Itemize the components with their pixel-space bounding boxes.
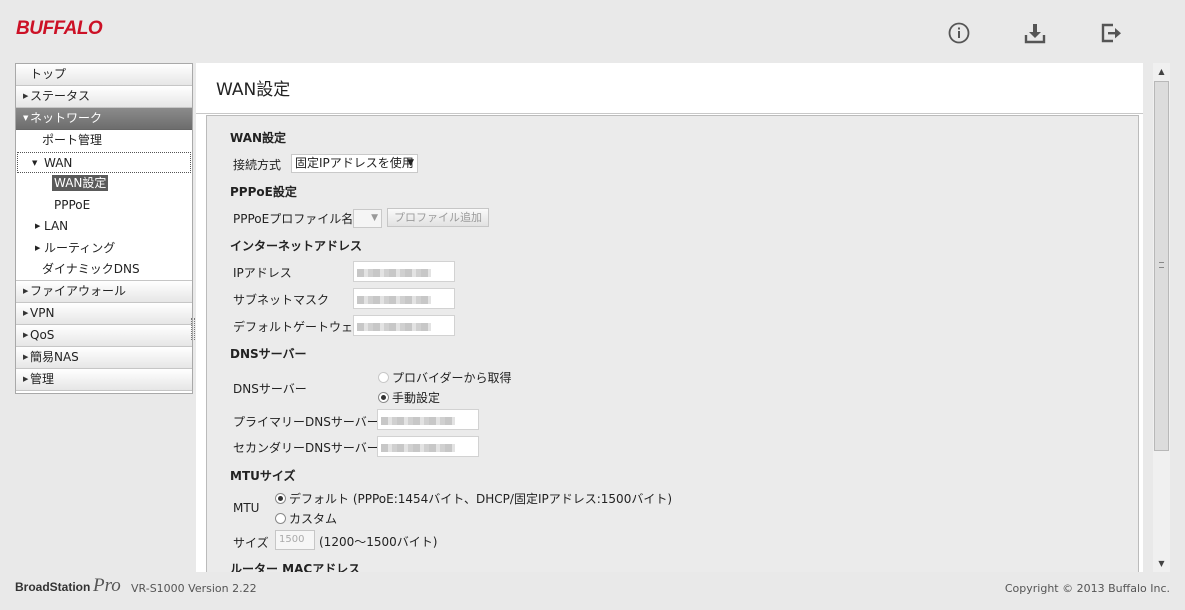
info-icon[interactable] xyxy=(946,20,972,46)
connection-type-label: 接続方式 xyxy=(233,158,282,172)
sidebar-item-vpn[interactable]: ▶ VPN xyxy=(16,302,192,325)
mtu-size-input[interactable]: 1500 xyxy=(275,530,315,550)
secondary-dns-field[interactable] xyxy=(377,436,479,457)
sidebar-item-routing[interactable]: ▶ ルーティング xyxy=(16,237,192,259)
triangle-right-icon: ▶ xyxy=(23,330,29,339)
scroll-thumb[interactable] xyxy=(1154,81,1169,451)
grip-icon xyxy=(1159,262,1164,268)
add-profile-button[interactable]: プロファイル追加 xyxy=(387,208,489,227)
section-heading-internet: インターネットアドレス xyxy=(230,239,363,253)
sidebar-item-network[interactable]: ▼ ネットワーク xyxy=(16,108,192,130)
mtu-default-radio[interactable] xyxy=(275,493,286,504)
triangle-right-icon: ▶ xyxy=(23,352,29,361)
triangle-down-icon: ▼ xyxy=(32,158,38,167)
redacted-value xyxy=(381,417,455,425)
sidebar-item-pppoe[interactable]: PPPoE xyxy=(16,194,192,216)
footer-brand: BroadStation xyxy=(15,580,91,594)
triangle-right-icon: ▶ xyxy=(23,92,29,100)
section-heading-wan: WAN設定 xyxy=(230,131,287,145)
triangle-right-icon: ▶ xyxy=(23,286,29,295)
dns-provider-radio[interactable] xyxy=(378,372,389,383)
primary-dns-field[interactable] xyxy=(377,409,479,430)
divider xyxy=(196,113,1143,114)
mtu-label: MTU xyxy=(233,501,260,515)
dns-manual-label: 手動設定 xyxy=(392,391,441,405)
sidebar-item-admin[interactable]: ▶ 管理 xyxy=(16,368,192,391)
dns-label: DNSサーバー xyxy=(233,382,307,396)
buffalo-logo: BUFFALO xyxy=(16,18,103,39)
footer-copyright: Copyright © 2013 Buffalo Inc. xyxy=(1004,582,1170,595)
subnet-mask-label: サブネットマスク xyxy=(233,293,330,307)
mtu-custom-label: カスタム xyxy=(289,512,338,526)
sidebar-item-firewall[interactable]: ▶ ファイアウォール xyxy=(16,280,192,303)
sidebar-item-lan[interactable]: ▶ LAN xyxy=(16,216,192,238)
download-icon[interactable] xyxy=(1022,20,1048,46)
gateway-field[interactable] xyxy=(353,315,455,336)
sidebar-resize-handle[interactable] xyxy=(191,318,195,340)
scroll-up-icon[interactable]: ▲ xyxy=(1153,63,1170,80)
connection-type-select[interactable]: 固定IPアドレスを使用 ▼ xyxy=(291,154,418,173)
sidebar-item-wan[interactable]: ▼ WAN xyxy=(17,151,191,173)
page-title: WAN設定 xyxy=(216,80,291,100)
pppoe-profile-label: PPPoEプロファイル名 xyxy=(233,212,354,226)
ip-address-field[interactable] xyxy=(353,261,455,282)
sidebar-item-nas[interactable]: ▶ 簡易NAS xyxy=(16,346,192,369)
logout-icon[interactable] xyxy=(1098,20,1124,46)
section-heading-mtu: MTUサイズ xyxy=(230,469,296,483)
primary-dns-label: プライマリーDNSサーバー xyxy=(233,415,379,429)
triangle-right-icon: ▶ xyxy=(35,222,41,230)
sidebar-item-wan-setting[interactable]: WAN設定 xyxy=(16,173,192,195)
section-heading-dns: DNSサーバー xyxy=(230,347,307,361)
mtu-custom-radio[interactable] xyxy=(275,513,286,524)
section-heading-pppoe: PPPoE設定 xyxy=(230,185,297,199)
redacted-value xyxy=(357,269,431,277)
main-scrollbar[interactable]: ▲ ▼ xyxy=(1153,63,1170,572)
triangle-right-icon: ▶ xyxy=(35,243,41,252)
settings-panel: WAN設定 接続方式 固定IPアドレスを使用 ▼ PPPoE設定 PPPoEプロフ… xyxy=(206,115,1139,572)
scroll-down-icon[interactable]: ▼ xyxy=(1153,555,1170,572)
redacted-value xyxy=(357,323,431,331)
section-heading-router-mac: ルーター MACアドレス xyxy=(230,562,361,572)
footer-brand-suffix: Pro xyxy=(93,575,121,596)
triangle-right-icon: ▶ xyxy=(23,374,29,383)
triangle-down-icon: ▼ xyxy=(23,114,29,122)
triangle-right-icon: ▶ xyxy=(23,308,29,317)
sidebar-item-port[interactable]: ポート管理 xyxy=(16,130,192,152)
dns-provider-label: プロバイダーから取得 xyxy=(392,371,512,385)
sidebar-item-qos[interactable]: ▶ QoS xyxy=(16,324,192,347)
sidebar-item-status[interactable]: ▶ ステータス xyxy=(16,86,192,108)
main-content: WAN設定 WAN設定 接続方式 固定IPアドレスを使用 ▼ PPPoE設定 PP… xyxy=(196,63,1143,572)
redacted-value xyxy=(381,444,455,452)
mtu-size-label: サイズ xyxy=(233,536,269,550)
caret-down-icon: ▼ xyxy=(371,213,378,223)
mtu-default-label: デフォルト (PPPoE:1454バイト、DHCP/固定IPアドレス:1500バ… xyxy=(289,492,673,506)
sidebar-item-ddns[interactable]: ダイナミックDNS xyxy=(16,259,192,281)
pppoe-profile-select[interactable]: ▼ xyxy=(353,209,382,228)
sidebar-nav: トップ ▶ ステータス ▼ ネットワーク ポート管理 ▼ WAN WAN設定 PPPo… xyxy=(15,63,193,394)
caret-down-icon: ▼ xyxy=(407,158,414,168)
redacted-value xyxy=(357,296,431,304)
subnet-mask-field[interactable] xyxy=(353,288,455,309)
mtu-size-range: (1200～1500バイト) xyxy=(319,535,438,549)
dns-manual-radio[interactable] xyxy=(378,392,389,403)
ip-address-label: IPアドレス xyxy=(233,266,292,280)
footer-version: VR-S1000 Version 2.22 xyxy=(131,582,257,595)
sidebar-item-top[interactable]: トップ xyxy=(16,64,192,86)
secondary-dns-label: セカンダリーDNSサーバー xyxy=(233,441,379,455)
gateway-label: デフォルトゲートウェイ xyxy=(233,320,366,334)
